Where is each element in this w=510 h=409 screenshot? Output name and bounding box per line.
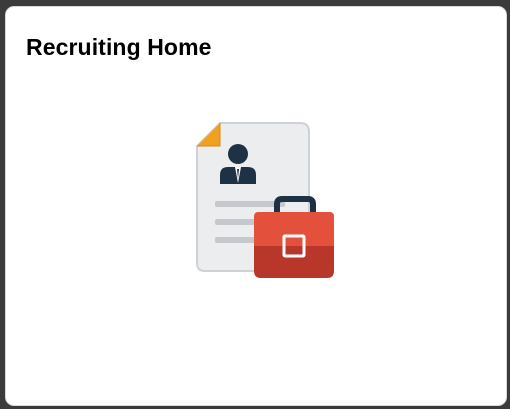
recruiting-home-icon xyxy=(196,122,334,278)
recruiting-home-tile[interactable]: Recruiting Home xyxy=(5,6,507,406)
tile-title: Recruiting Home xyxy=(26,34,212,60)
